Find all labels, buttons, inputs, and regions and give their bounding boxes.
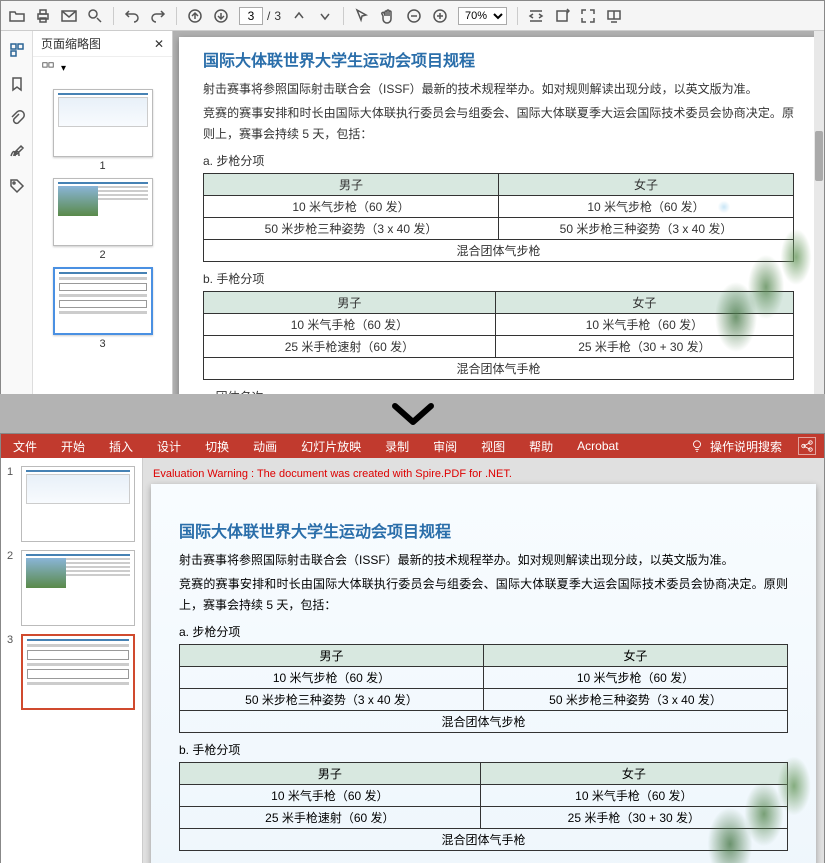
bookmark-icon[interactable] — [8, 75, 26, 93]
zoom-select[interactable]: 70% — [458, 7, 507, 25]
pistol-table: 男子女子 10 米气手枪（60 发）10 米气手枪（60 发） 25 米手枪速射… — [203, 291, 794, 380]
toolbar: /3 70% — [1, 1, 824, 31]
fullscreen-icon[interactable] — [580, 8, 596, 24]
section-b-label: b. 手枪分项 — [203, 270, 794, 287]
slide-section-a: a. 步枪分项 — [179, 623, 788, 640]
page-indicator: /3 — [239, 7, 281, 25]
ribbon-tab-record[interactable]: 录制 — [381, 436, 413, 457]
evaluation-warning: Evaluation Warning : The document was cr… — [153, 468, 512, 480]
share-icon[interactable] — [798, 437, 816, 455]
slide-section-b: b. 手枪分项 — [179, 741, 788, 758]
powerpoint-app: 文件 开始 插入 设计 切换 动画 幻灯片放映 录制 审阅 视图 帮助 Acro… — [0, 433, 825, 863]
ribbon-tab-design[interactable]: 设计 — [153, 436, 185, 457]
section-a-label: a. 步枪分项 — [203, 152, 794, 169]
tag-icon[interactable] — [8, 177, 26, 195]
slide-content[interactable]: 国际大体联世界大学生运动会项目规程 射击赛事将参照国际射击联合会（ISSF）最新… — [151, 484, 816, 863]
fit-width-icon[interactable] — [528, 8, 544, 24]
page-total: 3 — [274, 9, 281, 23]
zoom-in-icon[interactable] — [432, 8, 448, 24]
folder-icon[interactable] — [9, 8, 25, 24]
document-area: 国际大体联世界大学生运动会项目规程 射击赛事将参照国际射击联合会（ISSF）最新… — [173, 31, 824, 394]
thumbnails-icon[interactable] — [8, 41, 26, 59]
signature-icon[interactable] — [8, 143, 26, 161]
slide-title: 国际大体联世界大学生运动会项目规程 — [179, 518, 788, 542]
thumbnail-1[interactable]: 1 — [53, 89, 153, 172]
arrow-separator — [0, 394, 825, 434]
slide-paragraph: 射击赛事将参照国际射击联合会（ISSF）最新的技术规程举办。如对规则解读出现分歧… — [179, 550, 788, 570]
hand-icon[interactable] — [380, 8, 396, 24]
slide-pistol-table: 男子女子 10 米气手枪（60 发）10 米气手枪（60 发） 25 米手枪速射… — [179, 762, 788, 851]
first-page-icon[interactable] — [187, 8, 203, 24]
doc-paragraph: 射击赛事将参照国际射击联合会（ISSF）最新的技术规程举办。如对规则解读出现分歧… — [203, 79, 794, 99]
mail-icon[interactable] — [61, 8, 77, 24]
ribbon-tab-help[interactable]: 帮助 — [525, 436, 557, 457]
rifle-table: 男子女子 10 米气步枪（60 发）10 米气步枪（60 发） 50 米步枪三种… — [203, 173, 794, 262]
slide-thumb-3[interactable]: 3 — [7, 634, 136, 710]
zoom-out-icon[interactable] — [406, 8, 422, 24]
slide-thumbnails: 1 2 3 — [1, 458, 143, 863]
print-icon[interactable] — [35, 8, 51, 24]
close-panel-icon[interactable]: ✕ — [154, 37, 164, 51]
slide-paragraph: 竞赛的赛事安排和时长由国际大体联执行委员会与组委会、国际大体联夏季大运会国际技术… — [179, 574, 788, 615]
page-content: 国际大体联世界大学生运动会项目规程 射击赛事将参照国际射击联合会（ISSF）最新… — [179, 37, 818, 394]
ribbon-tab-file[interactable]: 文件 — [9, 436, 41, 457]
rotate-icon[interactable] — [554, 8, 570, 24]
attachment-icon[interactable] — [8, 109, 26, 127]
ribbon: 文件 开始 插入 设计 切换 动画 幻灯片放映 录制 审阅 视图 帮助 Acro… — [1, 434, 824, 458]
tell-me-input[interactable]: 操作说明搜索 — [710, 438, 782, 455]
search-icon[interactable] — [87, 8, 103, 24]
doc-title: 国际大体联世界大学生运动会项目规程 — [203, 47, 794, 71]
next-page-icon[interactable] — [317, 8, 333, 24]
pointer-icon[interactable] — [354, 8, 370, 24]
pdf-viewer-app: /3 70% 页面缩略图 ✕ ▾ — [0, 0, 825, 394]
last-page-icon[interactable] — [213, 8, 229, 24]
ribbon-tab-slideshow[interactable]: 幻灯片放映 — [297, 436, 365, 457]
thumbnail-3[interactable]: 3 — [53, 267, 153, 350]
read-mode-icon[interactable] — [606, 8, 622, 24]
ribbon-tab-review[interactable]: 审阅 — [429, 436, 461, 457]
lightbulb-icon — [690, 439, 704, 453]
thumbnail-panel: 页面缩略图 ✕ ▾ 1 2 3 — [33, 31, 173, 394]
thumbnail-2[interactable]: 2 — [53, 178, 153, 261]
slide-thumb-1[interactable]: 1 — [7, 466, 136, 542]
ribbon-tab-view[interactable]: 视图 — [477, 436, 509, 457]
prev-page-icon[interactable] — [291, 8, 307, 24]
side-rail — [1, 31, 33, 394]
thumbnail-panel-title: 页面缩略图 — [41, 35, 101, 52]
ribbon-tab-insert[interactable]: 插入 — [105, 436, 137, 457]
ribbon-tab-acrobat[interactable]: Acrobat — [573, 437, 622, 455]
thumb-options[interactable]: ▾ — [33, 57, 172, 79]
redo-icon[interactable] — [150, 8, 166, 24]
slide-rifle-table: 男子女子 10 米气步枪（60 发）10 米气步枪（60 发） 50 米步枪三种… — [179, 644, 788, 733]
slide-thumb-2[interactable]: 2 — [7, 550, 136, 626]
vertical-scrollbar[interactable] — [814, 31, 824, 394]
ribbon-tab-animations[interactable]: 动画 — [249, 436, 281, 457]
slide-area: Evaluation Warning : The document was cr… — [143, 458, 824, 863]
undo-icon[interactable] — [124, 8, 140, 24]
page-input[interactable] — [239, 7, 263, 25]
ribbon-tab-home[interactable]: 开始 — [57, 436, 89, 457]
doc-paragraph: 竞赛的赛事安排和时长由国际大体联执行委员会与组委会、国际大体联夏季大运会国际技术… — [203, 103, 794, 144]
ribbon-tab-transitions[interactable]: 切换 — [201, 436, 233, 457]
